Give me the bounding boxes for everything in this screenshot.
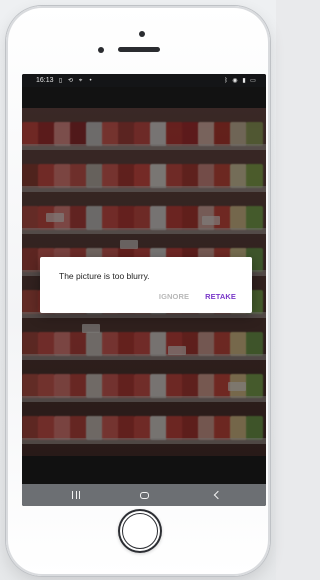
- back-icon: [213, 490, 222, 500]
- physical-home-button[interactable]: [118, 509, 162, 553]
- sync-icon: ⟲: [68, 77, 74, 84]
- blurry-picture-dialog: The picture is too blurry. IGNORE RETAKE: [40, 257, 252, 313]
- retake-button[interactable]: RETAKE: [205, 292, 236, 301]
- app-top-bar: [22, 87, 266, 108]
- android-navigation-bar: [22, 484, 266, 506]
- screenshot-page: 16:13 ▯ ⟲ ⌖ • ᛒ ◉ ▮ ▭ The picture is too…: [0, 0, 276, 580]
- dialog-message: The picture is too blurry.: [59, 271, 150, 281]
- battery-icon: ▭: [250, 77, 256, 84]
- recent-apps-icon: [72, 491, 80, 499]
- home-button-nav[interactable]: [136, 489, 152, 501]
- status-right: ᛒ ◉ ▮ ▭: [223, 74, 256, 87]
- status-time: 16:13: [36, 77, 54, 84]
- status-bar: 16:13 ▯ ⟲ ⌖ • ᛒ ◉ ▮ ▭: [22, 74, 266, 87]
- status-left: 16:13 ▯ ⟲ ⌖ •: [36, 74, 94, 87]
- bottom-camera-strip: [22, 456, 266, 484]
- phone-screen: 16:13 ▯ ⟲ ⌖ • ᛒ ◉ ▮ ▭ The picture is too…: [22, 74, 266, 506]
- dot-icon: •: [89, 77, 92, 84]
- ignore-button[interactable]: IGNORE: [159, 292, 189, 301]
- proximity-sensor-icon: [98, 47, 104, 53]
- home-icon: [139, 491, 149, 499]
- dialog-actions: IGNORE RETAKE: [159, 292, 236, 301]
- location-icon: ◉: [232, 77, 238, 84]
- earpiece-speaker: [118, 47, 160, 52]
- sim-icon: ▯: [58, 77, 63, 84]
- recent-apps-button[interactable]: [68, 489, 84, 501]
- signal-icon: ▮: [242, 77, 246, 84]
- front-camera-icon: [139, 31, 145, 37]
- back-button[interactable]: [208, 489, 224, 501]
- bluetooth-icon: ᛒ: [224, 77, 228, 84]
- phone-frame: 16:13 ▯ ⟲ ⌖ • ᛒ ◉ ▮ ▭ The picture is too…: [6, 6, 270, 576]
- home-button-ring: [122, 513, 158, 549]
- location-icon: ⌖: [78, 77, 83, 84]
